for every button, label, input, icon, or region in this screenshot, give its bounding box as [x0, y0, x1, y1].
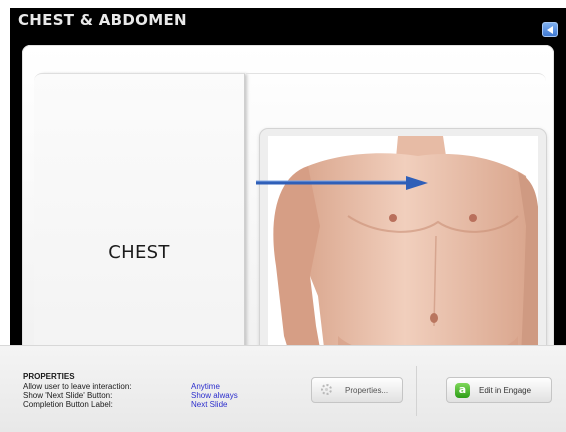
panel-header-strip: [246, 73, 546, 104]
torso-illustration: [268, 136, 538, 345]
prop-value-completion-button: Next Slide: [191, 400, 228, 409]
label-column: CHEST: [34, 73, 245, 345]
section-label: CHEST: [108, 242, 170, 263]
image-frame: [260, 129, 546, 345]
pointer-arrow: [256, 176, 428, 190]
properties-button[interactable]: Properties...: [311, 377, 403, 403]
torso-image: [268, 136, 538, 345]
slide-stage: CHEST & ABDOMEN CHEST: [10, 8, 566, 345]
prop-value-leave-interaction: Anytime: [191, 382, 220, 391]
back-arrow-icon[interactable]: [542, 22, 558, 37]
divider: [416, 366, 417, 416]
prop-label-leave-interaction: Allow user to leave interaction:: [23, 382, 132, 391]
prop-label-completion-button: Completion Button Label:: [23, 400, 113, 409]
engage-logo-icon: a: [455, 383, 470, 398]
gear-icon: [321, 384, 332, 395]
content-panel: CHEST: [22, 45, 554, 345]
properties-button-label: Properties...: [345, 386, 389, 395]
edit-in-engage-button[interactable]: a Edit in Engage: [446, 377, 552, 403]
prop-value-next-slide-button: Show always: [191, 391, 238, 400]
prop-label-next-slide-button: Show 'Next Slide' Button:: [23, 391, 113, 400]
properties-panel: PROPERTIES Allow user to leave interacti…: [0, 345, 566, 432]
properties-heading: PROPERTIES: [23, 372, 75, 381]
slide-title: CHEST & ABDOMEN: [18, 11, 187, 29]
edit-in-engage-label: Edit in Engage: [479, 386, 532, 395]
